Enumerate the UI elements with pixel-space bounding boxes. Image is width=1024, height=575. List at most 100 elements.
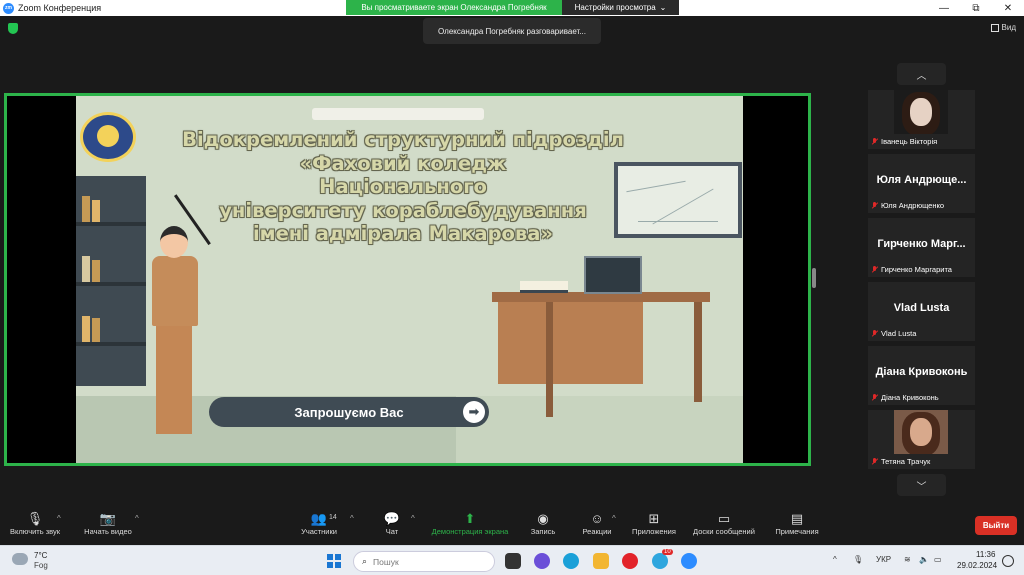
book bbox=[92, 318, 100, 342]
view-options-label: Настройки просмотра bbox=[574, 3, 656, 12]
participant-display-name: Гирченко Марг... bbox=[877, 238, 966, 250]
participant-name: Тетяна Трачук bbox=[871, 457, 930, 466]
participant-tile[interactable]: Діана Кривоконь Діана Кривоконь bbox=[868, 346, 975, 405]
participant-tile[interactable]: Іванець Вікторія bbox=[868, 90, 975, 149]
gallery-scroll-up-button[interactable]: ︿ bbox=[897, 63, 946, 85]
chat-options-caret[interactable]: ^ bbox=[411, 514, 415, 523]
audio-options-caret[interactable]: ^ bbox=[57, 514, 61, 523]
view-button[interactable]: Вид bbox=[990, 23, 1016, 32]
reactions-icon: ☺ bbox=[590, 511, 604, 526]
unmute-button[interactable]: 🎙 Включить звук bbox=[6, 511, 64, 536]
mic-muted-icon bbox=[871, 137, 878, 146]
apps-button[interactable]: ⊞ Приложения bbox=[628, 511, 680, 536]
weather-temperature[interactable]: 7°C bbox=[34, 551, 47, 560]
taskbar-search[interactable]: ⌕ bbox=[353, 551, 495, 572]
leave-button[interactable]: Выйти bbox=[975, 516, 1017, 535]
minimize-button[interactable]: — bbox=[928, 0, 960, 16]
reactions-button[interactable]: ☺ Реакции bbox=[580, 511, 614, 536]
video-face bbox=[910, 418, 932, 446]
participant-video bbox=[894, 90, 948, 134]
chat-icon: 💬 bbox=[383, 511, 401, 526]
start-video-button[interactable]: 📷 Начать видео bbox=[80, 511, 136, 536]
share-screen-button[interactable]: ⬆ Демонстрация экрана bbox=[426, 511, 514, 536]
shelf bbox=[76, 222, 146, 226]
windows-start-icon[interactable] bbox=[327, 554, 341, 568]
board-line bbox=[652, 188, 714, 225]
view-options-button[interactable]: Настройки просмотра ⌄ bbox=[562, 0, 679, 15]
participants-options-caret[interactable]: ^ bbox=[350, 514, 354, 523]
active-speaker-toast: Олександра Погребняк разговаривает... bbox=[423, 18, 601, 44]
opera-browser-icon[interactable] bbox=[622, 553, 638, 569]
clock-date[interactable]: 29.02.2024 bbox=[957, 561, 997, 570]
video-face bbox=[910, 98, 932, 126]
resize-handle[interactable] bbox=[812, 268, 816, 288]
board-line bbox=[638, 221, 718, 222]
whiteboards-label: Доски сообщений bbox=[693, 527, 755, 536]
slide-title-line: Відокремлений структурний підрозділ bbox=[182, 128, 624, 151]
participant-name: Іванець Вікторія bbox=[871, 137, 937, 146]
tray-overflow-icon[interactable]: ^ bbox=[833, 555, 837, 564]
participant-tile[interactable]: Vlad Lusta Vlad Lusta bbox=[868, 282, 975, 341]
wifi-icon[interactable]: ≋ bbox=[904, 555, 911, 564]
volume-icon[interactable]: 🔈 bbox=[919, 555, 929, 564]
telegram-icon[interactable] bbox=[652, 553, 668, 569]
weather-condition[interactable]: Fog bbox=[34, 561, 48, 570]
notifications-icon[interactable] bbox=[1002, 555, 1014, 567]
slide-floor-light bbox=[456, 396, 743, 463]
participant-display-name: Діана Кривоконь bbox=[875, 366, 968, 378]
clock-time[interactable]: 11:36 bbox=[976, 550, 995, 559]
task-view-icon[interactable] bbox=[505, 553, 521, 569]
participant-name-text: Діана Кривоконь bbox=[881, 393, 939, 402]
participant-name: Vlad Lusta bbox=[871, 329, 916, 338]
participant-tile[interactable]: Тетяна Трачук bbox=[868, 410, 975, 469]
desk-books bbox=[520, 281, 568, 293]
whiteboards-button[interactable]: ▭ Доски сообщений bbox=[688, 511, 760, 536]
book bbox=[82, 256, 90, 282]
book bbox=[82, 196, 90, 222]
taskbar-search-input[interactable] bbox=[373, 556, 464, 567]
participant-video bbox=[894, 410, 948, 454]
zoom-taskbar-icon[interactable] bbox=[681, 553, 697, 569]
microphone-tray-icon[interactable]: 🎙 bbox=[853, 555, 863, 564]
chat-app-icon[interactable] bbox=[534, 553, 550, 569]
bookcase-illustration bbox=[76, 176, 146, 386]
participant-name: Діана Кривоконь bbox=[871, 393, 939, 402]
slide-title-line: Національного bbox=[319, 175, 487, 198]
chat-button[interactable]: 💬 Чат bbox=[380, 511, 404, 536]
edge-browser-icon[interactable] bbox=[563, 553, 579, 569]
window-title: Zoom Конференция bbox=[18, 3, 102, 13]
record-button[interactable]: ◉ Запись bbox=[528, 511, 558, 536]
participant-name-text: Гирченко Маргарита bbox=[881, 265, 952, 274]
ceiling-lamp bbox=[312, 108, 484, 120]
teacher-legs bbox=[156, 324, 192, 434]
reactions-options-caret[interactable]: ^ bbox=[612, 514, 616, 523]
cloud-icon[interactable] bbox=[12, 553, 28, 565]
unmute-label: Включить звук bbox=[9, 527, 61, 536]
battery-icon[interactable]: ▭ bbox=[934, 555, 942, 564]
shield-icon[interactable] bbox=[8, 23, 18, 34]
participant-tile[interactable]: Юля Андрюще... Юля Андрющенко bbox=[868, 154, 975, 213]
gallery-scroll-down-button[interactable]: ﹀ bbox=[897, 474, 946, 496]
shared-screen[interactable]: Відокремлений структурний підрозділ «Фах… bbox=[4, 93, 811, 466]
language-indicator[interactable]: УКР bbox=[876, 555, 891, 564]
meeting-toolbar: 🎙 Включить звук ^ 📷 Начать видео ^ 👥 Уча… bbox=[0, 505, 1024, 545]
screen-share-banner: Вы просматриваете экран Олександра Погре… bbox=[346, 0, 562, 15]
notes-button[interactable]: ▤ Примечания bbox=[770, 511, 824, 536]
file-explorer-icon[interactable] bbox=[593, 553, 609, 569]
whiteboard-icon: ▭ bbox=[717, 511, 731, 526]
notes-icon: ▤ bbox=[790, 511, 804, 526]
windows-taskbar: 7°C Fog ⌕ 10 ^ 🎙 УКР ≋ 🔈 ▭ 11:36 29.02.2… bbox=[0, 545, 1024, 575]
maximize-button[interactable]: ⧉ bbox=[960, 0, 992, 16]
invite-text: Запрошуємо Вас bbox=[294, 404, 404, 420]
participant-tile[interactable]: Гирченко Марг... Гирченко Маргарита bbox=[868, 218, 975, 277]
mic-muted-icon bbox=[871, 265, 878, 274]
video-options-caret[interactable]: ^ bbox=[135, 514, 139, 523]
close-button[interactable]: ✕ bbox=[992, 0, 1024, 16]
participant-name: Юля Андрющенко bbox=[871, 201, 944, 210]
mic-muted-icon bbox=[871, 329, 878, 338]
record-icon: ◉ bbox=[537, 511, 549, 526]
share-screen-icon: ⬆ bbox=[464, 511, 476, 526]
slide-title: Відокремлений структурний підрозділ «Фах… bbox=[168, 128, 638, 246]
share-screen-label: Демонстрация экрана bbox=[431, 527, 509, 536]
desk-drawer bbox=[498, 302, 643, 384]
